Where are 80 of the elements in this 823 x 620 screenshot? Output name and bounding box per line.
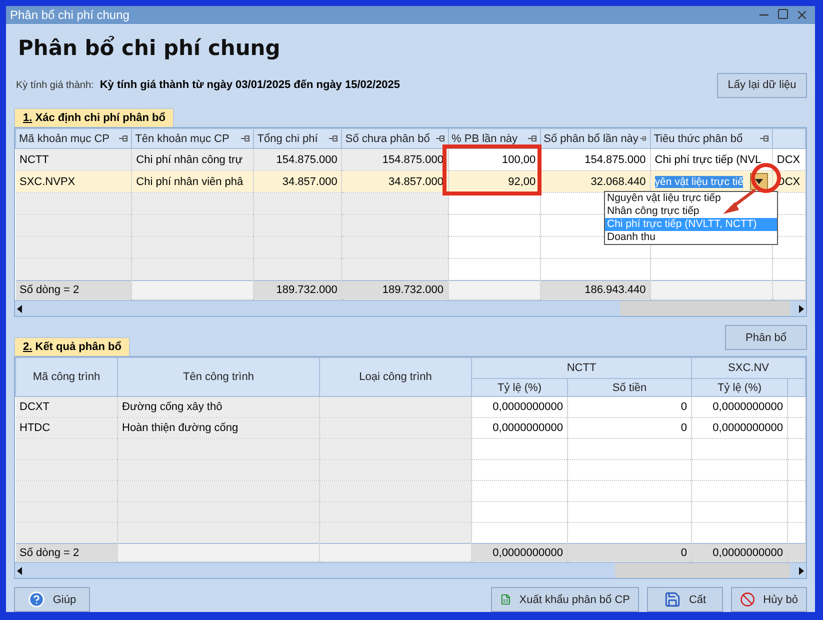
table-cell: 0,0000000000 [472, 418, 568, 438]
scroll-left-icon[interactable] [15, 304, 25, 314]
table-cell: Chi phí nhân viên phâ [132, 170, 254, 192]
column-header[interactable]: Mã khoản mục CP [16, 128, 132, 148]
table-cell: 0,0000000000 [472, 396, 568, 418]
table-cell: 92,00 [448, 170, 540, 192]
column-header[interactable]: Số phân bổ lần này [540, 128, 650, 148]
table-cell: HTDC [16, 418, 118, 438]
table-cell: 0 [568, 418, 692, 438]
summary-cell: 0,0000000000 [472, 544, 568, 562]
pin-icon[interactable] [528, 135, 537, 142]
column-header[interactable]: Số chưa phân bổ [342, 128, 448, 148]
table-cell: Đường cống xây thô [118, 396, 320, 418]
help-icon [28, 591, 45, 608]
table-cell: 0,0000000000 [692, 418, 788, 438]
column-header[interactable]: Tiêu thức phân bổ [650, 128, 772, 148]
column-header[interactable]: Tên khoản mục CP [132, 128, 254, 148]
table-cell: Hoàn thiện đường cống [118, 418, 320, 438]
pin-icon[interactable] [241, 135, 250, 142]
column-group-header: NCTT [472, 358, 692, 378]
allocate-button[interactable]: Phân bổ [725, 325, 807, 350]
scroll-right-icon[interactable] [796, 566, 806, 576]
caret-icon [754, 179, 763, 184]
table-cell: NCTT [16, 148, 132, 170]
table-cell: 154.875.000 [540, 148, 650, 170]
table-cell: Chi phí trực tiếp (NVL [650, 148, 772, 170]
summary-cell: 189.732.000 [342, 280, 448, 300]
dialog-heading: Phân bổ chi phí chung [18, 36, 282, 62]
summary-cell: 0,0000000000 [692, 544, 788, 562]
section-tab[interactable]: 1. Xác định chi phí phân bổ [14, 108, 174, 127]
scroll-right-icon[interactable] [796, 304, 806, 314]
reload-button[interactable]: Lấy lại dữ liệu [717, 72, 807, 98]
column-header[interactable]: Số tiền [568, 378, 692, 396]
summary-cell: 186.943.440 [540, 280, 650, 300]
table-cell: 154.875.000 [342, 148, 448, 170]
window-title: Phân bổ chi phí chung [10, 8, 130, 22]
column-group-header: SXC.NV [692, 358, 806, 378]
column-header[interactable]: Mã công trình [16, 358, 118, 396]
table-cell: 0,0000000000 [692, 396, 788, 418]
period-label: Kỳ tính giá thành: [16, 80, 94, 90]
export-button[interactable]: Xuất khẩu phân bổ CP [491, 587, 639, 612]
table-cell: 34.857.000 [254, 170, 342, 192]
summary-cell: 189.732.000 [254, 280, 342, 300]
horizontal-scrollbar[interactable] [15, 300, 806, 316]
table-cell: Chi phí nhân công trự [132, 148, 254, 170]
column-header[interactable]: Loại công trình [320, 358, 472, 396]
summary-cell: 0 [568, 544, 692, 562]
column-header[interactable]: Tổng chi phí [254, 128, 342, 148]
summary-cell: Số dòng = 2 [16, 544, 118, 562]
maximize-icon[interactable] [777, 8, 789, 20]
table-cell: 0 [568, 396, 692, 418]
section-tab[interactable]: 2. Kết quả phân bổ [14, 337, 130, 356]
table-cell: 32.068.440 [540, 170, 650, 192]
table-cell: 34.857.000 [342, 170, 448, 192]
period-value: Kỳ tính giá thành từ ngày 03/01/2025 đến ngày 15/02/2025 [100, 79, 402, 91]
save-icon [664, 591, 681, 608]
table-cell: DCX [772, 148, 806, 170]
scrollbar-thumb[interactable] [615, 563, 790, 578]
cancel-button[interactable]: Hủy bỏ [731, 587, 807, 612]
table-cell: DCXT [16, 396, 118, 418]
pin-icon[interactable] [640, 135, 647, 142]
summary-cell: Số dòng = 2 [16, 280, 132, 300]
column-header[interactable]: Tên công trình [118, 358, 320, 396]
column-header[interactable]: Tỷ lệ (%) [472, 378, 568, 396]
pin-icon[interactable] [436, 135, 445, 142]
table-cell: SXC.NVPX [16, 170, 132, 192]
column-header[interactable]: Tỷ lệ (%) [692, 378, 788, 396]
scroll-left-icon[interactable] [15, 566, 25, 576]
pointer-arrow [723, 188, 756, 214]
pin-icon[interactable] [329, 135, 338, 142]
table-cell: 100,00 [448, 148, 540, 170]
pin-icon[interactable] [760, 135, 769, 142]
cancel-icon [740, 591, 756, 608]
close-icon[interactable] [795, 8, 809, 22]
save-button[interactable]: Cất [647, 587, 723, 612]
table-cell: 154.875.000 [254, 148, 342, 170]
pin-icon[interactable] [119, 135, 128, 142]
horizontal-scrollbar[interactable] [15, 562, 806, 578]
scrollbar-thumb[interactable] [620, 301, 790, 316]
help-button[interactable]: Giúp [14, 587, 90, 612]
